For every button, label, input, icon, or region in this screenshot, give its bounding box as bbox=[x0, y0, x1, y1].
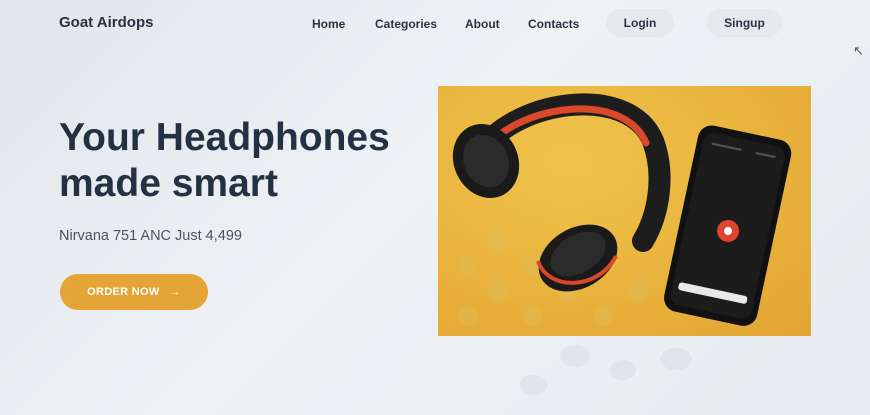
login-button[interactable]: Login bbox=[606, 9, 674, 37]
nav-home[interactable]: Home bbox=[312, 17, 345, 31]
hero-subtitle: Nirvana 751 ANC Just 4,499 bbox=[59, 228, 242, 244]
background-decoration bbox=[660, 348, 692, 370]
nav-about[interactable]: About bbox=[465, 17, 500, 31]
top-navigation: Goat Airdops Home Categories About Conta… bbox=[0, 0, 870, 48]
hero-product-image bbox=[438, 86, 811, 336]
order-now-label: ORDER NOW bbox=[87, 286, 160, 298]
brand-logo[interactable]: Goat Airdops bbox=[59, 14, 153, 31]
background-decoration bbox=[610, 360, 636, 380]
headphones-phone-illustration bbox=[438, 86, 811, 336]
hero-title: Your Headphones made smart bbox=[59, 115, 439, 207]
background-decoration bbox=[560, 345, 590, 367]
signup-button[interactable]: Singup bbox=[707, 9, 782, 37]
nav-categories[interactable]: Categories bbox=[375, 17, 437, 31]
nav-contacts[interactable]: Contacts bbox=[528, 17, 579, 31]
hero-title-line-2: made smart bbox=[59, 162, 278, 205]
hero-title-line-1: Your Headphones bbox=[59, 116, 390, 159]
background-decoration bbox=[520, 375, 548, 395]
order-now-button[interactable]: ORDER NOW → bbox=[60, 274, 208, 310]
mouse-cursor-icon: ↖ bbox=[853, 43, 864, 58]
arrow-right-icon: → bbox=[169, 286, 181, 298]
